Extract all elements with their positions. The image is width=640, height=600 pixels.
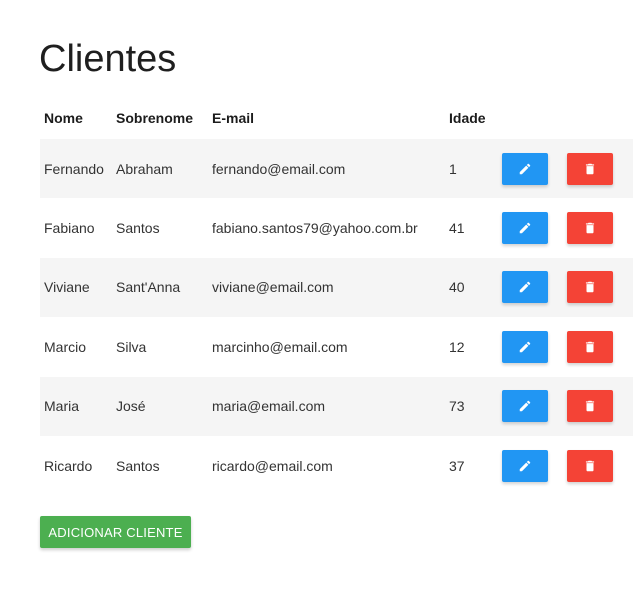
header-email: E-mail bbox=[212, 110, 255, 126]
clients-table: Nome Sobrenome E-mail Idade Fernando Abra… bbox=[40, 97, 633, 495]
pencil-icon bbox=[518, 280, 532, 294]
cell-nome: Marcio bbox=[44, 338, 87, 355]
edit-button[interactable] bbox=[502, 330, 548, 363]
cell-sobrenome: Sant'Anna bbox=[116, 279, 181, 296]
pencil-icon bbox=[518, 399, 532, 413]
table-row: Viviane Sant'Anna viviane@email.com 40 bbox=[40, 257, 633, 318]
row-actions bbox=[502, 212, 613, 245]
edit-button[interactable] bbox=[502, 212, 548, 245]
delete-button[interactable] bbox=[567, 152, 613, 185]
table-row: Fabiano Santos fabiano.santos79@yahoo.com.… bbox=[40, 198, 633, 257]
cell-sobrenome: Abraham bbox=[116, 160, 173, 177]
cell-nome: Maria bbox=[44, 398, 80, 415]
cell-nome: Fabiano bbox=[44, 220, 95, 237]
trash-icon bbox=[583, 458, 597, 474]
row-actions bbox=[502, 449, 613, 482]
header-sobrenome: Sobrenome bbox=[116, 110, 194, 126]
cell-nome: Fernando bbox=[44, 160, 104, 177]
add-client-button[interactable]: ADICIONAR CLIENTE bbox=[40, 516, 191, 548]
cell-email: viviane@email.com bbox=[212, 279, 334, 296]
pencil-icon bbox=[518, 340, 532, 354]
cell-email: fernando@email.com bbox=[212, 160, 346, 177]
header-nome: Nome bbox=[44, 110, 83, 126]
cell-email: fabiano.santos79@yahoo.com.br bbox=[212, 220, 418, 237]
delete-button[interactable] bbox=[567, 449, 613, 482]
cell-idade: 1 bbox=[449, 160, 457, 177]
row-actions bbox=[502, 390, 613, 423]
edit-button[interactable] bbox=[502, 152, 548, 185]
header-idade: Idade bbox=[449, 110, 486, 126]
delete-button[interactable] bbox=[567, 330, 613, 363]
edit-button[interactable] bbox=[502, 390, 548, 423]
delete-button[interactable] bbox=[567, 271, 613, 304]
table-row: Marcio Silva marcinho@email.com 12 bbox=[40, 317, 633, 376]
trash-icon bbox=[583, 398, 597, 414]
cell-idade: 73 bbox=[449, 398, 465, 415]
table-row: Ricardo Santos ricardo@email.com 37 bbox=[40, 436, 633, 495]
cell-email: ricardo@email.com bbox=[212, 457, 333, 474]
cell-idade: 41 bbox=[449, 220, 465, 237]
table-body: Fernando Abraham fernando@email.com 1 Fabian… bbox=[40, 139, 633, 495]
trash-icon bbox=[583, 339, 597, 355]
cell-email: maria@email.com bbox=[212, 398, 326, 415]
cell-idade: 12 bbox=[449, 338, 465, 355]
row-actions bbox=[502, 271, 613, 304]
row-actions bbox=[502, 152, 613, 185]
row-actions bbox=[502, 330, 613, 363]
cell-nome: Ricardo bbox=[44, 457, 93, 474]
page-title: Clientes bbox=[39, 38, 177, 80]
trash-icon bbox=[583, 279, 597, 295]
cell-sobrenome: Santos bbox=[116, 220, 160, 237]
cell-idade: 37 bbox=[449, 457, 465, 474]
cell-sobrenome: Silva bbox=[116, 338, 147, 355]
edit-button[interactable] bbox=[502, 271, 548, 304]
cell-sobrenome: Santos bbox=[116, 457, 160, 474]
trash-icon bbox=[583, 161, 597, 177]
edit-button[interactable] bbox=[502, 449, 548, 482]
cell-nome: Viviane bbox=[44, 279, 90, 296]
cell-sobrenome: José bbox=[116, 398, 146, 415]
pencil-icon bbox=[518, 221, 532, 235]
delete-button[interactable] bbox=[567, 390, 613, 423]
table-row: Maria José maria@email.com 73 bbox=[40, 376, 633, 436]
pencil-icon bbox=[518, 459, 532, 473]
table-row: Fernando Abraham fernando@email.com 1 bbox=[40, 139, 633, 199]
trash-icon bbox=[583, 220, 597, 236]
pencil-icon bbox=[518, 162, 532, 176]
delete-button[interactable] bbox=[567, 212, 613, 245]
cell-email: marcinho@email.com bbox=[212, 338, 348, 355]
cell-idade: 40 bbox=[449, 279, 465, 296]
table-header: Nome Sobrenome E-mail Idade bbox=[40, 97, 633, 139]
